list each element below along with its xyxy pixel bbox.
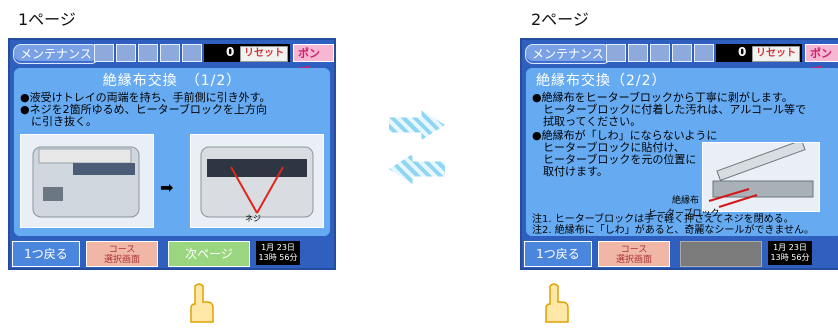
back-button[interactable]: 1つ戻る [12,241,80,267]
status-slot-5 [694,44,714,62]
status-slot-1 [606,44,626,62]
page-2-label: 2ページ [531,10,589,29]
instruction-line-3: 拭取ってください。 [532,115,642,128]
page-2-title: 絶縁布交換（2/2） [536,73,667,89]
reset-button[interactable]: リセット [240,46,288,62]
page-2-topbar: メンテナンス 0 リセット ポンプ [522,40,838,78]
status-slot-2 [116,44,136,62]
instruction-line-7: 取付けます。 [532,165,608,178]
counter-display: 0 リセット [204,44,290,62]
status-slot-3 [138,44,158,62]
status-slot-4 [160,44,180,62]
page-1-title: 絶縁布交換 （1/2） [102,73,242,89]
status-slot-5 [182,44,202,62]
hand-pointer-icon-page-2 [545,283,569,323]
clock-date: 1月 23日 [773,243,807,252]
page-2-content: 絶縁布交換（2/2） ●絶縁布をヒーターブロックから丁寧に剥がします。 ヒーター… [526,68,838,236]
back-button[interactable]: 1つ戻る [524,241,592,267]
maintenance-tab[interactable]: メンテナンス [13,44,99,64]
maintenance-tab[interactable]: メンテナンス [525,44,611,64]
page-2-panel: メンテナンス 0 リセット ポンプ 絶縁布交換（2/2） ●絶縁布をヒーターブロ… [520,38,838,270]
counter-value: 0 [226,45,235,59]
clock-time: 13時 56分 [770,253,810,262]
next-page-button[interactable]: 次ページ [168,241,250,267]
pump-button[interactable]: ポンプ [805,44,838,78]
page-1-topbar: メンテナンス 0 リセット ポンプ [10,40,334,78]
course-select-label-line2: 選択画面 [103,255,140,265]
device-photo-left [20,134,154,228]
screw-label: ネジ [245,214,261,223]
pump-button[interactable]: ポンプ [293,44,334,78]
clock-display: 1月 23日 13時 56分 [256,241,300,265]
counter-value: 0 [738,45,747,59]
course-select-button[interactable]: コース 選択画面 [598,241,670,267]
reset-button[interactable]: リセット [752,46,800,62]
counter-display: 0 リセット [716,44,802,62]
page-1-footer: 1つ戻る コース 選択画面 次ページ 1月 23日 13時 56分 [10,237,334,272]
device-photo-right: ネジ [190,134,324,228]
instruction-line-3: に引き抜く。 [20,115,97,128]
heater-block-photo [702,139,820,212]
course-select-label-line1: コース [620,245,648,255]
page-1-label: 1ページ [18,10,76,29]
course-select-label-line2: 選択画面 [615,255,652,265]
clock-time: 13時 56分 [258,253,298,262]
course-select-button[interactable]: コース 選択画面 [86,241,158,267]
page-1-panel: メンテナンス 0 リセット ポンプ 絶縁布交換 （1/2） ●液受けトレイの両端… [8,38,336,270]
arrow-left-icon [389,154,445,184]
note-2: 注2. 絶縁布に「しわ」があると、奇麗なシールができません。 [532,225,815,236]
status-slot-4 [672,44,692,62]
clock-display: 1月 23日 13時 56分 [768,241,812,265]
hand-pointer-icon-page-1 [190,283,214,323]
clock-date: 1月 23日 [261,243,295,252]
status-slot-1 [94,44,114,62]
page-1-content: 絶縁布交換 （1/2） ●液受けトレイの両端を持ち、手前側に引き外す。 ●ネジを… [14,68,330,236]
arrow-right-icon [389,110,445,140]
page-2-footer: 1つ戻る コース 選択画面 1月 23日 13時 56分 [522,237,838,272]
status-slot-3 [650,44,670,62]
status-slot-2 [628,44,648,62]
next-page-button-disabled [680,241,762,267]
course-select-label-line1: コース [108,245,136,255]
arrow-right-icon: ➡ [160,178,174,197]
insulator-label: 絶縁布 [672,196,700,206]
